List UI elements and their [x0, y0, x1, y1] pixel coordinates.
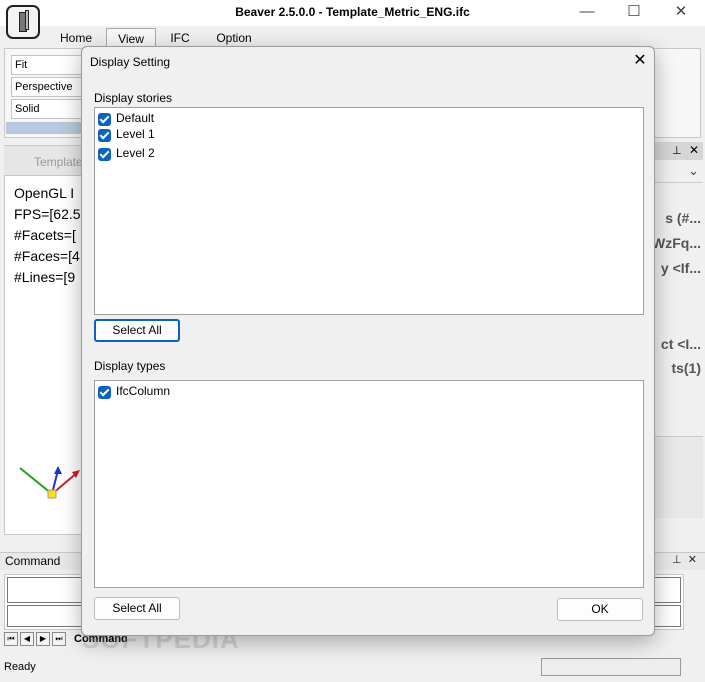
- property-text: ct <I...: [660, 336, 701, 352]
- status-progress: [541, 658, 681, 676]
- command-label: Command: [5, 554, 61, 568]
- ribbon-scroll-bar[interactable]: [6, 122, 86, 134]
- story-label: Level 2: [116, 146, 155, 160]
- document-tab-label: Template: [34, 155, 83, 169]
- minimize-button[interactable]: —: [564, 0, 610, 24]
- close-window-button[interactable]: ✕: [658, 0, 704, 24]
- prev-tab-button[interactable]: ◀: [20, 632, 34, 646]
- tab-option[interactable]: Option: [210, 28, 258, 48]
- checkbox-checked-icon[interactable]: [98, 148, 111, 161]
- fit-button[interactable]: Fit: [11, 55, 85, 75]
- gl-info-line: #Facets=[: [14, 227, 76, 243]
- solid-button[interactable]: Solid: [11, 99, 85, 119]
- property-text: y <If...: [660, 260, 701, 276]
- story-label: Level 1: [116, 127, 155, 141]
- tab-home[interactable]: Home: [56, 28, 96, 48]
- properties-lower-area: [655, 436, 703, 518]
- checkbox-checked-icon[interactable]: [98, 129, 111, 142]
- gl-info-line: OpenGL I: [14, 185, 75, 201]
- last-tab-button[interactable]: ⏭: [52, 632, 66, 646]
- maximize-button[interactable]: ☐: [611, 0, 657, 24]
- dialog-title: Display Setting: [90, 55, 171, 69]
- properties-panel: s (#... WzFq... y <If... ct <I... ts(1): [652, 140, 703, 520]
- first-tab-button[interactable]: ⏮: [4, 632, 18, 646]
- perspective-button[interactable]: Perspective: [11, 77, 85, 97]
- property-text: WzFq...: [652, 235, 701, 251]
- status-text: Ready: [4, 661, 36, 673]
- tab-view[interactable]: View: [106, 28, 156, 48]
- display-types-list[interactable]: IfcColumn: [94, 380, 644, 588]
- type-label: IfcColumn: [116, 384, 171, 398]
- property-text: s (#...: [665, 210, 701, 226]
- display-setting-dialog: Display Setting ✕ Display stories Defaul…: [81, 46, 655, 636]
- story-label: Default: [116, 111, 155, 125]
- display-stories-list[interactable]: Default Level 1 Level 2: [94, 107, 644, 315]
- select-all-types-button[interactable]: Select All: [94, 597, 180, 620]
- axes-gizmo-icon: [19, 466, 80, 499]
- gl-info-line: #Lines=[9: [14, 269, 76, 285]
- checkbox-checked-icon[interactable]: [98, 113, 111, 126]
- next-tab-button[interactable]: ▶: [36, 632, 50, 646]
- opengl-info: OpenGL I FPS=[62.5 #Facets=[ #Faces=[4 #…: [14, 183, 81, 288]
- tab-ifc[interactable]: IFC: [164, 28, 196, 48]
- gl-info-line: FPS=[62.5: [14, 206, 81, 222]
- command-pin-icon[interactable]: ⊥ ✕: [672, 553, 697, 566]
- display-stories-label: Display stories: [94, 91, 173, 105]
- ok-button[interactable]: OK: [557, 598, 643, 621]
- gl-info-line: #Faces=[4: [14, 248, 80, 264]
- checkbox-checked-icon[interactable]: [98, 386, 111, 399]
- dialog-close-button[interactable]: ✕: [631, 52, 649, 70]
- property-text: ts(1): [671, 360, 701, 376]
- select-all-stories-button[interactable]: Select All: [94, 319, 180, 342]
- display-types-label: Display types: [94, 359, 166, 373]
